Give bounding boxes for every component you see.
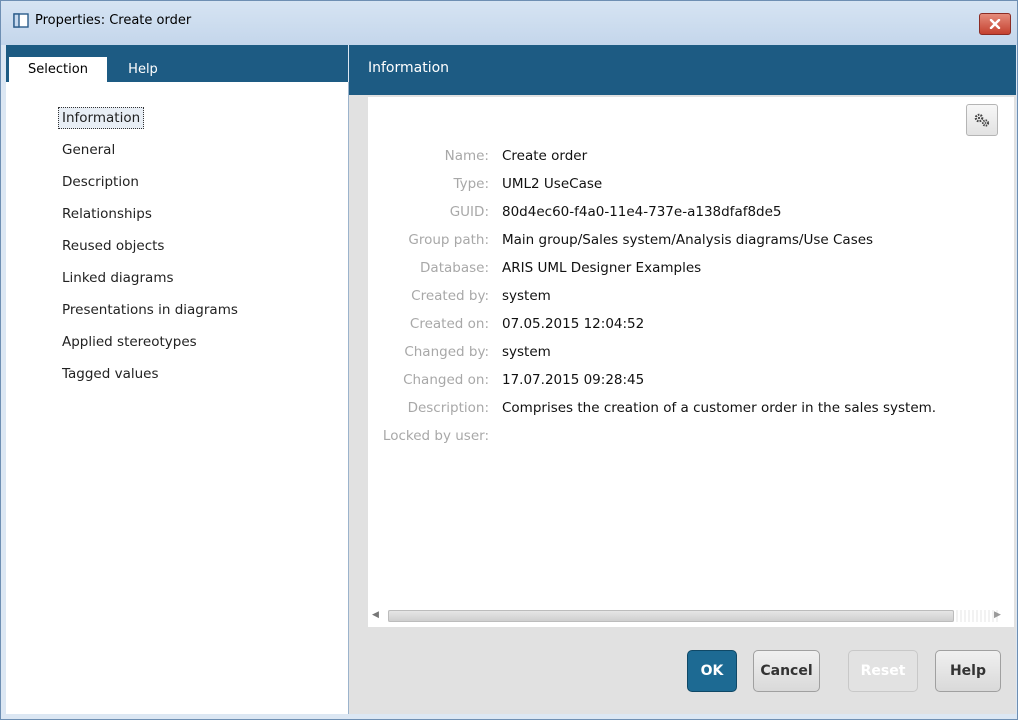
property-value: 17.07.2015 09:28:45 [502, 372, 645, 388]
nav-item-description[interactable]: Description [56, 166, 238, 198]
navigation-panel: Information General Description Relation… [6, 82, 349, 714]
property-row-description: Description: Comprises the creation of a… [370, 400, 1010, 422]
property-label: Changed on: [403, 372, 489, 388]
nav-item-information[interactable]: Information [56, 102, 238, 134]
navigation-list: Information General Description Relation… [56, 102, 238, 390]
scroll-left-arrow-icon[interactable]: ◀ [372, 610, 382, 622]
property-row-guid: GUID: 80d4ec60-f4a0-11e4-737e-a138dfaf8d… [370, 204, 1010, 226]
properties-window-icon [13, 13, 29, 28]
scroll-right-arrow-icon[interactable]: ▶ [994, 610, 1004, 622]
nav-item-general[interactable]: General [56, 134, 238, 166]
property-row-locked-by-user: Locked by user: [370, 428, 1010, 450]
property-value: Comprises the creation of a customer ord… [502, 400, 937, 416]
tab-selection[interactable]: Selection [9, 57, 107, 82]
window-title: Properties: Create order [35, 13, 192, 28]
close-icon [989, 19, 1001, 29]
content-header-title: Information [368, 60, 450, 76]
property-row-created-by: Created by: system [370, 288, 1010, 310]
property-label: Name: [444, 148, 489, 164]
property-row-changed-by: Changed by: system [370, 344, 1010, 366]
property-label: Locked by user: [382, 428, 489, 444]
property-value: UML2 UseCase [502, 176, 603, 192]
property-label: Changed by: [404, 344, 489, 360]
nav-item-presentations-in-diagrams[interactable]: Presentations in diagrams [56, 294, 238, 326]
title-bar[interactable]: Properties: Create order [1, 1, 1017, 45]
ok-button[interactable]: OK [687, 650, 737, 692]
settings-button[interactable] [966, 104, 998, 136]
property-label: Database: [420, 260, 489, 276]
property-label: Type: [453, 176, 489, 192]
help-button[interactable]: Help [935, 650, 1001, 692]
close-button[interactable] [979, 13, 1011, 35]
property-value: ARIS UML Designer Examples [502, 260, 702, 276]
property-label: Created by: [411, 288, 489, 304]
content-header [349, 45, 1016, 95]
property-label: Created on: [409, 316, 489, 332]
property-label: Description: [407, 400, 489, 416]
property-row-type: Type: UML2 UseCase [370, 176, 1010, 198]
property-value: Create order [502, 148, 588, 164]
nav-item-linked-diagrams[interactable]: Linked diagrams [56, 262, 238, 294]
property-value: 80d4ec60-f4a0-11e4-737e-a138dfaf8de5 [502, 204, 782, 220]
property-value: Main group/Sales system/Analysis diagram… [502, 232, 874, 248]
scroll-track[interactable] [388, 610, 998, 622]
property-row-database: Database: ARIS UML Designer Examples [370, 260, 1010, 282]
property-label: GUID: [449, 204, 489, 220]
nav-item-applied-stereotypes[interactable]: Applied stereotypes [56, 326, 238, 358]
reset-button: Reset [848, 650, 918, 692]
scroll-thumb[interactable] [388, 610, 954, 622]
nav-item-relationships[interactable]: Relationships [56, 198, 238, 230]
nav-item-reused-objects[interactable]: Reused objects [56, 230, 238, 262]
tab-help[interactable]: Help [118, 57, 168, 82]
horizontal-scrollbar[interactable]: ◀ ▶ [368, 605, 1014, 627]
property-value: system [502, 344, 551, 360]
property-value: 07.05.2015 12:04:52 [502, 316, 645, 332]
gears-icon [974, 113, 990, 127]
property-row-name: Name: Create order [370, 148, 1010, 170]
property-row-group-path: Group path: Main group/Sales system/Anal… [370, 232, 1010, 254]
property-row-created-on: Created on: 07.05.2015 12:04:52 [370, 316, 1010, 338]
nav-item-tagged-values[interactable]: Tagged values [56, 358, 238, 390]
cancel-button[interactable]: Cancel [753, 650, 820, 692]
property-row-changed-on: Changed on: 17.07.2015 09:28:45 [370, 372, 1010, 394]
property-label: Group path: [408, 232, 489, 248]
property-value: system [502, 288, 551, 304]
